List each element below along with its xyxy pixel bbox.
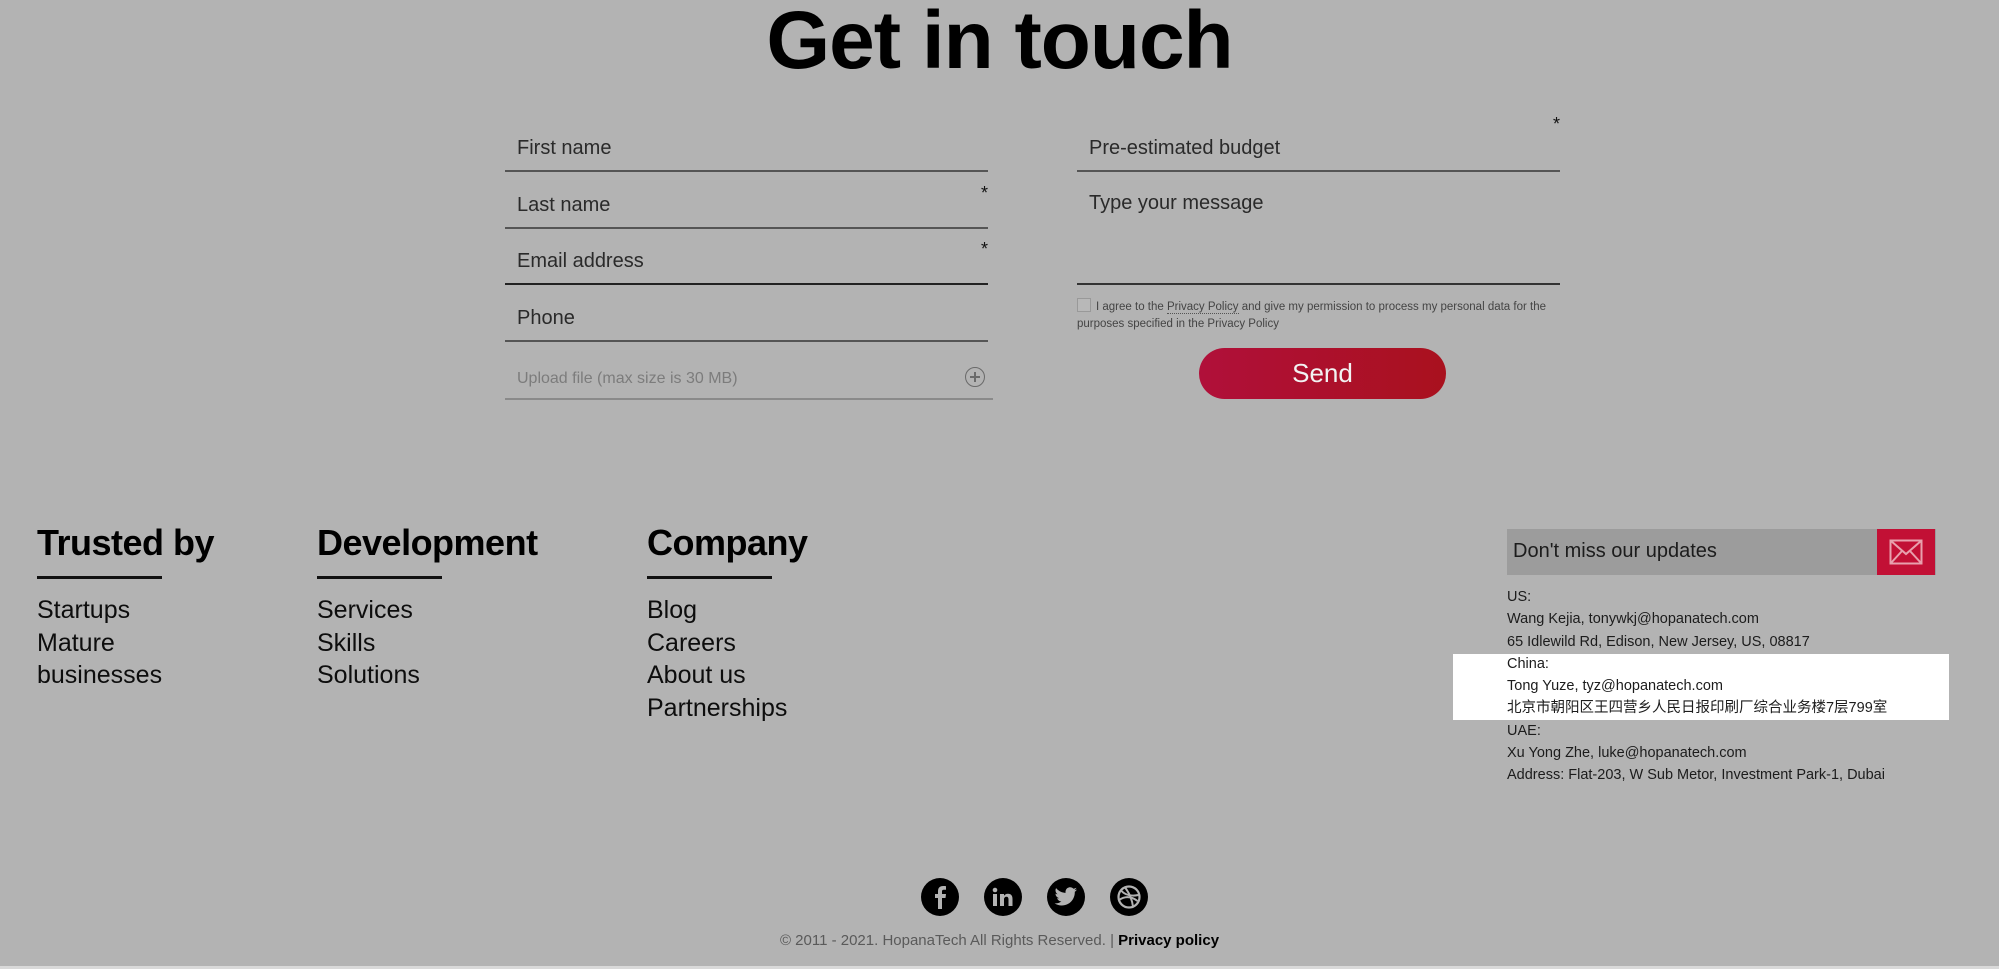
upload-placeholder: Upload file (max size is 30 MB)	[517, 370, 738, 387]
footer-link-about-us[interactable]: About us	[647, 659, 808, 692]
footer-link-skills[interactable]: Skills	[317, 627, 538, 660]
envelope-icon	[1889, 539, 1923, 565]
plus-circle-icon[interactable]	[965, 367, 985, 387]
footer-link-careers[interactable]: Careers	[647, 627, 808, 660]
office-addresses: US: Wang Kejia, tonywkj@hopanatech.com 6…	[1507, 586, 1887, 787]
address-line: Wang Kejia, tonywkj@hopanatech.com	[1507, 611, 1759, 628]
address-line: Xu Yong Zhe, luke@hopanatech.com	[1507, 745, 1747, 762]
phone-placeholder: Phone	[517, 307, 575, 329]
twitter-link[interactable]	[1047, 878, 1085, 916]
linkedin-link[interactable]	[984, 878, 1022, 916]
heading-underline	[647, 576, 772, 579]
linkedin-icon	[992, 887, 1013, 906]
footer-column-trusted-by: Trusted by Startups Mature businesses	[37, 522, 215, 692]
column-heading: Company	[647, 522, 808, 563]
last-name-field[interactable]: Last name *	[505, 183, 988, 229]
required-marker: *	[980, 239, 988, 259]
column-heading: Development	[317, 522, 538, 563]
budget-field[interactable]: Pre-estimated budget *	[1077, 114, 1560, 172]
facebook-icon	[935, 886, 946, 909]
copyright-text: © 2011 - 2021. HopanaTech All Rights Res…	[779, 932, 1119, 949]
email-field[interactable]: Email address *	[505, 239, 988, 285]
copyright-bar: © 2011 - 2021. HopanaTech All Rights Res…	[0, 932, 1999, 949]
privacy-policy-footer-link[interactable]: Privacy policy	[1118, 932, 1219, 949]
consent-row: I agree to the Privacy Policy and give m…	[1077, 298, 1547, 333]
address-line: 北京市朝阳区王四营乡人民日报印刷厂综合业务楼7层799室	[1507, 700, 1888, 717]
footer-link-mature[interactable]: Mature	[37, 627, 214, 660]
newsletter-submit-button[interactable]	[1877, 529, 1935, 575]
email-placeholder: Email address	[517, 250, 644, 272]
footer-column-company: Company Blog Careers About us Partnershi…	[647, 522, 808, 724]
send-button[interactable]: Send	[1199, 348, 1446, 399]
first-name-field[interactable]: First name	[505, 128, 988, 172]
last-name-placeholder: Last name	[517, 194, 611, 216]
footer-link-blog[interactable]: Blog	[647, 594, 808, 627]
footer-column-development: Development Services Skills Solutions	[317, 522, 538, 692]
message-textarea[interactable]: Type your message	[1077, 180, 1560, 285]
facebook-link[interactable]	[921, 878, 959, 916]
footer-link-solutions[interactable]: Solutions	[317, 659, 538, 692]
heading-underline	[317, 576, 442, 579]
address-line: Tong Yuze, tyz@hopanatech.com	[1507, 678, 1723, 695]
upload-file-field[interactable]: Upload file (max size is 30 MB)	[505, 356, 993, 400]
first-name-placeholder: First name	[517, 137, 612, 159]
privacy-policy-link[interactable]: Privacy Policy	[1166, 301, 1239, 314]
heading-underline	[37, 576, 162, 579]
address-line: China:	[1507, 655, 1549, 672]
consent-prefix: I agree to the	[1096, 301, 1167, 313]
footer-link-services[interactable]: Services	[317, 594, 538, 627]
budget-placeholder: Pre-estimated budget	[1089, 137, 1281, 159]
phone-field[interactable]: Phone	[505, 298, 988, 342]
footer-link-partnerships[interactable]: Partnerships	[647, 692, 808, 725]
footer-link-startups[interactable]: Startups	[37, 594, 214, 627]
required-marker: *	[1552, 114, 1560, 134]
address-line: UAE:	[1507, 722, 1541, 739]
required-marker: *	[980, 183, 988, 203]
address-line: Address: Flat-203, W Sub Metor, Investme…	[1507, 767, 1885, 784]
footer-link-businesses[interactable]: businesses	[37, 659, 214, 692]
column-heading: Trusted by	[37, 522, 215, 563]
dribbble-link[interactable]	[1110, 878, 1148, 916]
twitter-icon	[1054, 887, 1077, 906]
address-line: US:	[1507, 589, 1532, 605]
consent-checkbox[interactable]	[1077, 298, 1091, 312]
page-title: Get in touch	[766, 0, 1233, 86]
newsletter-placeholder: Don't miss our updates	[1513, 540, 1717, 562]
dribbble-icon	[1117, 885, 1141, 909]
message-placeholder: Type your message	[1089, 192, 1264, 214]
newsletter-input[interactable]: Don't miss our updates	[1507, 529, 1936, 575]
address-line: 65 Idlewild Rd, Edison, New Jersey, US, …	[1507, 633, 1810, 650]
